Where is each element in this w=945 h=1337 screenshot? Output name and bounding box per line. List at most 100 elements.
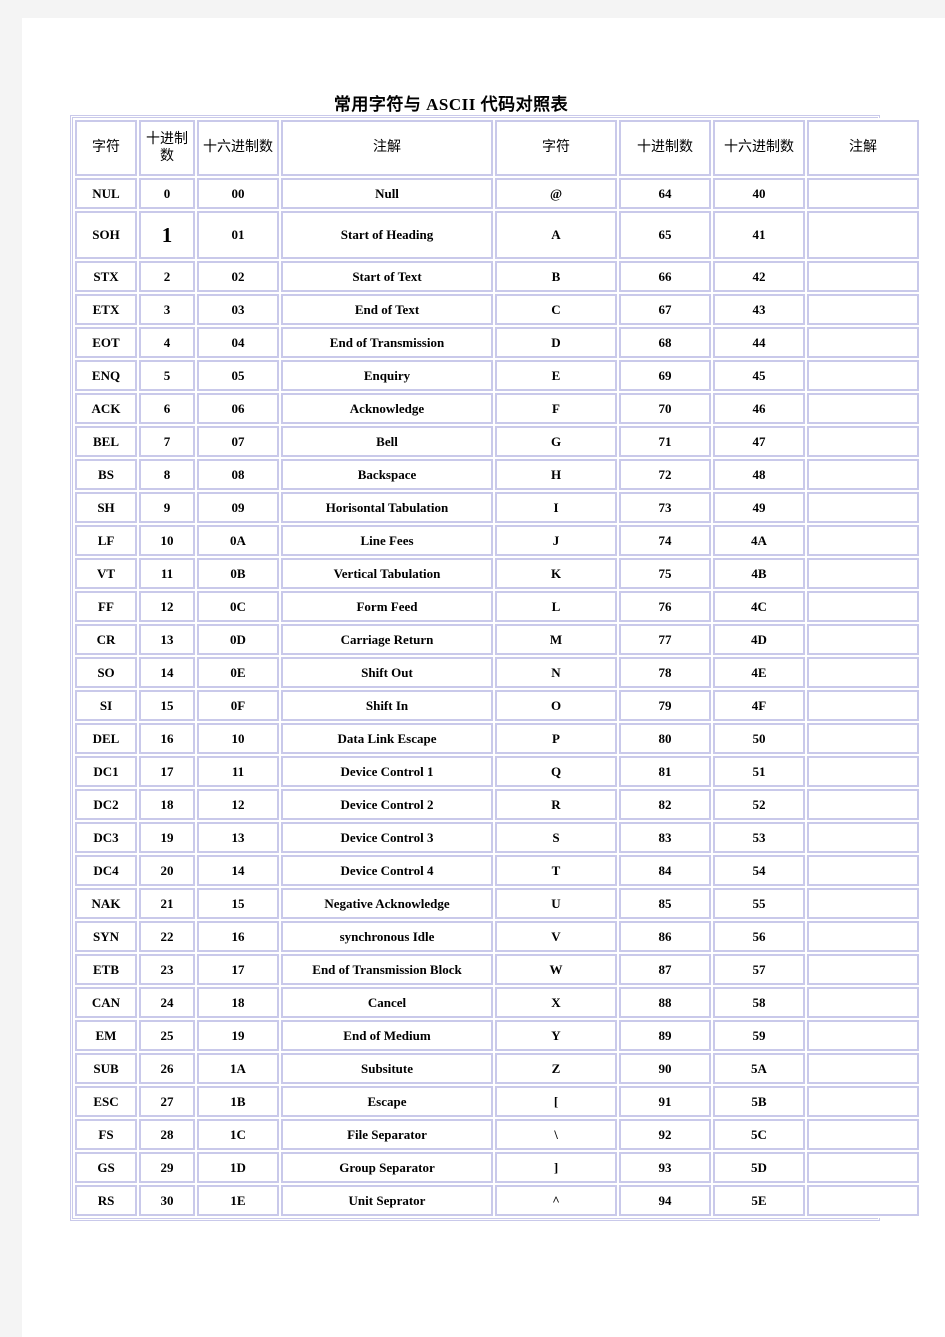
cell-note-right <box>807 723 919 754</box>
table-row: SUB 26 1A Subsitute Z 90 5A <box>75 1053 919 1084</box>
table-row: RS 30 1E Unit Seprator ^ 94 5E <box>75 1185 919 1216</box>
cell-dec-right: 80 <box>619 723 711 754</box>
cell-note-right <box>807 426 919 457</box>
cell-char-left: DEL <box>75 723 137 754</box>
cell-char-right: W <box>495 954 617 985</box>
cell-hex-right: 45 <box>713 360 805 391</box>
cell-char-right: U <box>495 888 617 919</box>
cell-hex-right: 49 <box>713 492 805 523</box>
cell-char-right: F <box>495 393 617 424</box>
cell-dec-left: 28 <box>139 1119 195 1150</box>
cell-hex-right: 56 <box>713 921 805 952</box>
table-row: ETX 3 03 End of Text C 67 43 <box>75 294 919 325</box>
cell-char-left: ENQ <box>75 360 137 391</box>
table-row: NUL 0 00 Null @64 40 <box>75 178 919 209</box>
cell-note-left: synchronous Idle <box>281 921 493 952</box>
cell-hex-left: 00 <box>197 178 279 209</box>
cell-char-right: Q <box>495 756 617 787</box>
cell-note-left: Subsitute <box>281 1053 493 1084</box>
cell-char-left: BEL <box>75 426 137 457</box>
table-row: GS 29 1D Group Separator] 93 5D <box>75 1152 919 1183</box>
cell-dec-left: 20 <box>139 855 195 886</box>
cell-char-right: B <box>495 261 617 292</box>
cell-char-right: P <box>495 723 617 754</box>
cell-hex-left: 10 <box>197 723 279 754</box>
cell-dec-right: 76 <box>619 591 711 622</box>
cell-dec-right: 70 <box>619 393 711 424</box>
cell-hex-right: 59 <box>713 1020 805 1051</box>
cell-note-right <box>807 525 919 556</box>
cell-note-right <box>807 558 919 589</box>
cell-char-right: G <box>495 426 617 457</box>
cell-hex-right: 54 <box>713 855 805 886</box>
cell-dec-left: 8 <box>139 459 195 490</box>
cell-note-left: Negative Acknowledge <box>281 888 493 919</box>
cell-hex-right: 40 <box>713 178 805 209</box>
cell-dec-left: 9 <box>139 492 195 523</box>
table-row: ENQ 5 05 Enquiry E 69 45 <box>75 360 919 391</box>
cell-note-left: Backspace <box>281 459 493 490</box>
cell-dec-right: 90 <box>619 1053 711 1084</box>
cell-note-left: Device Control 3 <box>281 822 493 853</box>
page-title: 常用字符与 ASCII 代码对照表 <box>333 95 569 114</box>
cell-note-right <box>807 1053 919 1084</box>
cell-hex-right: 41 <box>713 211 805 259</box>
cell-char-right: D <box>495 327 617 358</box>
cell-hex-right: 57 <box>713 954 805 985</box>
cell-hex-right: 5C <box>713 1119 805 1150</box>
cell-char-right: V <box>495 921 617 952</box>
cell-note-left: Start of Text <box>281 261 493 292</box>
cell-char-right: A <box>495 211 617 259</box>
cell-note-left: Shift In <box>281 690 493 721</box>
table-row: EOT 4 04 End of Transmission D 68 44 <box>75 327 919 358</box>
cell-note-left: Cancel <box>281 987 493 1018</box>
cell-dec-left: 5 <box>139 360 195 391</box>
cell-hex-right: 50 <box>713 723 805 754</box>
table-row: VT 11 0B Vertical Tabulation K 75 4B <box>75 558 919 589</box>
cell-hex-left: 12 <box>197 789 279 820</box>
cell-note-right <box>807 1119 919 1150</box>
cell-dec-left: 13 <box>139 624 195 655</box>
cell-char-right: [ <box>495 1086 617 1117</box>
cell-note-left: Start of Heading <box>281 211 493 259</box>
cell-dec-left: 4 <box>139 327 195 358</box>
cell-char-left: DC1 <box>75 756 137 787</box>
cell-char-left: FS <box>75 1119 137 1150</box>
cell-note-right <box>807 690 919 721</box>
cell-dec-left: 2 <box>139 261 195 292</box>
cell-hex-right: 4F <box>713 690 805 721</box>
column-header-char-left: 字符 <box>75 120 137 176</box>
cell-char-left: DC2 <box>75 789 137 820</box>
cell-char-left: SOH <box>75 211 137 259</box>
cell-dec-right: 88 <box>619 987 711 1018</box>
cell-char-left: DC4 <box>75 855 137 886</box>
emphasized-decimal-value: 1 <box>161 222 173 247</box>
cell-char-left: ETB <box>75 954 137 985</box>
cell-char-left: CR <box>75 624 137 655</box>
cell-dec-left: 14 <box>139 657 195 688</box>
cell-char-left: NUL <box>75 178 137 209</box>
cell-dec-right: 75 <box>619 558 711 589</box>
cell-hex-right: 5A <box>713 1053 805 1084</box>
table-row: SO 14 0E Shift Out N 78 4E <box>75 657 919 688</box>
cell-dec-left: 25 <box>139 1020 195 1051</box>
cell-char-left: SH <box>75 492 137 523</box>
table-row: CAN 24 18 Cancel X 88 58 <box>75 987 919 1018</box>
cell-char-right: C <box>495 294 617 325</box>
cell-char-right: L <box>495 591 617 622</box>
cell-note-left: Unit Seprator <box>281 1185 493 1216</box>
cell-hex-right: 46 <box>713 393 805 424</box>
cell-dec-right: 71 <box>619 426 711 457</box>
cell-note-left: Device Control 1 <box>281 756 493 787</box>
table-row: FF 12 0C Form Feed L 76 4C <box>75 591 919 622</box>
cell-dec-right: 74 <box>619 525 711 556</box>
cell-dec-right: 92 <box>619 1119 711 1150</box>
cell-hex-right: 5D <box>713 1152 805 1183</box>
cell-hex-left: 01 <box>197 211 279 259</box>
cell-dec-right: 82 <box>619 789 711 820</box>
cell-hex-left: 18 <box>197 987 279 1018</box>
cell-char-right: Z <box>495 1053 617 1084</box>
cell-char-left: ETX <box>75 294 137 325</box>
cell-char-right: Y <box>495 1020 617 1051</box>
cell-note-left: Carriage Return <box>281 624 493 655</box>
